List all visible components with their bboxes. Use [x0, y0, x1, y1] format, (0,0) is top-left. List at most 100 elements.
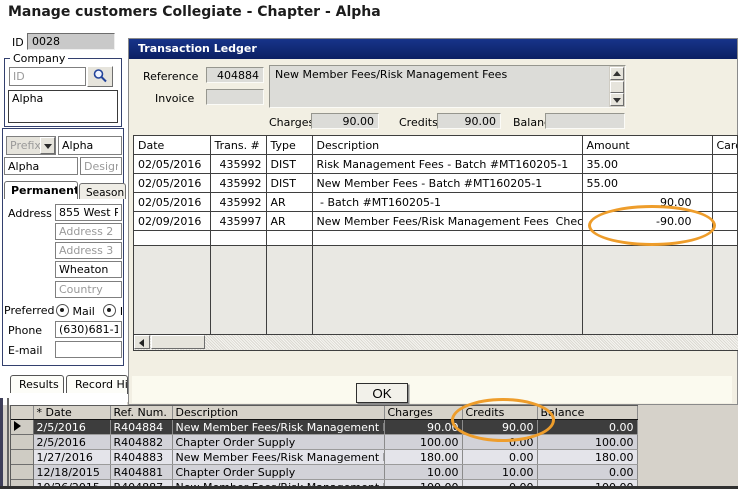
tab-permanent[interactable]: Permanent [4, 181, 78, 199]
customer-id-field[interactable]: 0028 [27, 33, 115, 50]
cell-credits[interactable]: 10.00 [462, 465, 537, 480]
table-row[interactable]: 02/05/2016 435992 DIST Risk Management F… [134, 155, 738, 174]
country-input[interactable] [55, 281, 122, 298]
cell-date[interactable]: 02/05/2016 [134, 155, 210, 174]
invoice-label: Invoice [155, 92, 194, 105]
cell-type[interactable]: DIST [266, 174, 312, 193]
scroll-left-button[interactable] [134, 335, 150, 349]
cell-trans[interactable]: 435997 [210, 212, 266, 231]
cell-charges[interactable]: 180.00 [384, 450, 462, 465]
cell-description[interactable]: New Member Fees/Risk Management Fees [172, 450, 384, 465]
scroll-up-button[interactable] [610, 67, 624, 80]
grid-row[interactable]: 2/5/2016 R404882 Chapter Order Supply 10… [11, 435, 637, 450]
tab-results[interactable]: Results [10, 375, 64, 394]
prefix-dropdown[interactable]: Prefix [6, 136, 56, 155]
cell-card[interactable] [712, 193, 738, 212]
cell-credits[interactable]: 0.00 [462, 450, 537, 465]
grid-row[interactable]: 12/18/2015 R404881 Chapter Order Supply … [11, 465, 637, 480]
tab-record-history[interactable]: Record Hist [66, 375, 128, 394]
cell-amount[interactable]: -90.00 [582, 212, 712, 231]
scrollbar-thumb[interactable] [151, 335, 205, 349]
scrollbar-thumb[interactable] [610, 81, 624, 93]
cell-type[interactable]: AR [266, 212, 312, 231]
reference-field: 404884 [206, 67, 264, 83]
cell-amount[interactable]: 90.00 [582, 193, 712, 212]
cell-card[interactable] [712, 174, 738, 193]
cell-date[interactable]: 12/18/2015 [33, 465, 110, 480]
cell-trans[interactable]: 435992 [210, 155, 266, 174]
grid-row-selected[interactable]: 2/5/2016 R404884 New Member Fees/Risk Ma… [11, 420, 637, 435]
cell-card[interactable] [712, 155, 738, 174]
prefix-value-input[interactable] [58, 136, 122, 155]
grid-header-balance: Balance [537, 406, 637, 420]
cell-balance[interactable]: 180.00 [537, 450, 637, 465]
cell-ref[interactable]: R404882 [110, 435, 172, 450]
address1-input[interactable] [55, 204, 122, 221]
cell-date[interactable]: 02/09/2016 [134, 212, 210, 231]
cell-ref[interactable]: R404883 [110, 450, 172, 465]
cell-card[interactable] [712, 212, 738, 231]
cell-ref[interactable]: R404881 [110, 465, 172, 480]
table-row[interactable]: 02/09/2016 435997 AR New Member Fees/Ris… [134, 212, 738, 231]
cell-description[interactable]: - Batch #MT160205-1 [312, 193, 582, 212]
name-input[interactable] [4, 157, 78, 175]
cell-description[interactable]: Risk Management Fees - Batch #MT160205-1 [312, 155, 582, 174]
horizontal-scrollbar[interactable] [134, 334, 738, 350]
cell-balance[interactable]: 100.00 [537, 435, 637, 450]
description-scrollbar[interactable] [609, 66, 625, 107]
cell-date[interactable]: 02/05/2016 [134, 193, 210, 212]
cell-credits[interactable]: 0.00 [462, 435, 537, 450]
cell-ref[interactable]: R404884 [110, 420, 172, 435]
column-header-type: Type [266, 136, 312, 155]
cell-amount[interactable]: 55.00 [582, 174, 712, 193]
cell-charges[interactable]: 90.00 [384, 420, 462, 435]
email-input[interactable] [55, 341, 122, 358]
current-record-icon [14, 421, 21, 431]
cell-amount[interactable]: 35.00 [582, 155, 712, 174]
cell-description[interactable]: Chapter Order Supply [172, 435, 384, 450]
cell-description[interactable]: Chapter Order Supply [172, 465, 384, 480]
phone-label: Phone [8, 324, 42, 337]
grid-row[interactable]: 1/27/2016 R404883 New Member Fees/Risk M… [11, 450, 637, 465]
address3-input[interactable] [55, 242, 122, 259]
arrow-down-icon [613, 98, 621, 103]
cell-charges[interactable]: 10.00 [384, 465, 462, 480]
scroll-down-button[interactable] [610, 93, 624, 106]
search-button[interactable] [87, 66, 113, 87]
cell-balance[interactable]: 0.00 [537, 420, 637, 435]
row-selector[interactable] [11, 435, 33, 450]
cell-trans[interactable]: 435992 [210, 193, 266, 212]
cell-type[interactable]: AR [266, 193, 312, 212]
row-selector[interactable] [11, 450, 33, 465]
cell-trans[interactable]: 435992 [210, 174, 266, 193]
dialog-titlebar[interactable]: Transaction Ledger [129, 39, 737, 59]
cell-balance[interactable]: 0.00 [537, 465, 637, 480]
row-selector[interactable] [11, 420, 33, 435]
address2-input[interactable] [55, 223, 122, 240]
company-id-input[interactable] [9, 67, 86, 86]
arrow-left-icon [139, 339, 144, 347]
tab-seasonal[interactable]: Season [79, 183, 126, 199]
list-item[interactable]: Alpha [9, 91, 117, 106]
row-selector[interactable] [11, 465, 33, 480]
cell-credits[interactable]: 90.00 [462, 420, 537, 435]
radio-email[interactable] [103, 304, 116, 317]
cell-date[interactable]: 02/05/2016 [134, 174, 210, 193]
cell-description[interactable]: New Member Fees - Batch #MT160205-1 [312, 174, 582, 193]
cell-date[interactable]: 1/27/2016 [33, 450, 110, 465]
table-row[interactable]: 02/05/2016 435992 AR - Batch #MT160205-1… [134, 193, 738, 212]
phone-input[interactable] [55, 321, 122, 338]
radio-mail[interactable] [56, 304, 69, 317]
dropdown-button[interactable] [40, 137, 55, 154]
company-listbox[interactable]: Alpha [8, 90, 118, 123]
cell-description[interactable]: New Member Fees/Risk Management Fees [172, 420, 384, 435]
designation-input[interactable] [80, 157, 122, 175]
cell-charges[interactable]: 100.00 [384, 435, 462, 450]
cell-type[interactable]: DIST [266, 155, 312, 174]
table-row[interactable]: 02/05/2016 435992 DIST New Member Fees -… [134, 174, 738, 193]
ok-button[interactable]: OK [356, 383, 408, 403]
cell-date[interactable]: 2/5/2016 [33, 420, 110, 435]
cell-description[interactable]: New Member Fees/Risk Management Fees Che… [312, 212, 582, 231]
city-input[interactable] [55, 261, 122, 278]
cell-date[interactable]: 2/5/2016 [33, 435, 110, 450]
